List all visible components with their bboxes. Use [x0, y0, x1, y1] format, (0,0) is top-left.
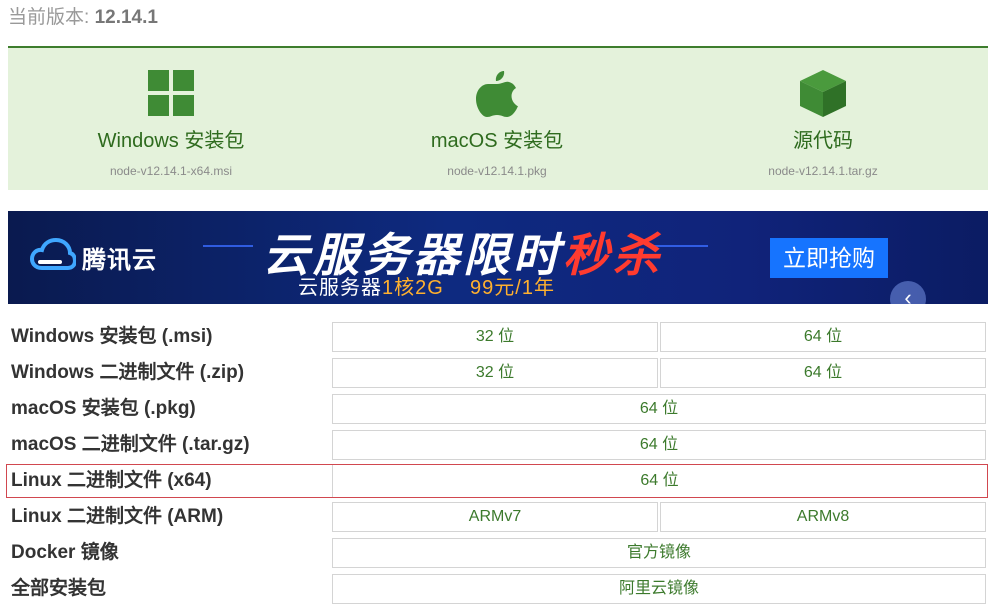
- tencent-cloud-ad-banner[interactable]: 腾讯云 云服务器限时秒杀 云服务器1核2G 99元/1年 立即抢购 ‹: [8, 211, 988, 304]
- buy-now-button[interactable]: 立即抢购: [770, 238, 888, 278]
- download-link[interactable]: 64 位: [332, 394, 986, 424]
- download-link[interactable]: 64 位: [332, 430, 986, 460]
- windows-installer-card[interactable]: Windows 安装包 node-v12.14.1-x64.msi: [8, 48, 334, 190]
- download-link[interactable]: 官方镜像: [332, 538, 986, 568]
- download-link[interactable]: 64 位: [660, 322, 986, 352]
- macos-installer-card[interactable]: macOS 安装包 node-v12.14.1.pkg: [334, 48, 660, 190]
- version-number: 12.14.1: [94, 7, 158, 28]
- table-row: macOS 二进制文件 (.tar.gz) 64 位: [6, 428, 988, 462]
- row-label: Windows 二进制文件 (.zip): [11, 362, 245, 383]
- headline-hot: 秒杀: [563, 229, 663, 281]
- apple-icon: [474, 68, 520, 123]
- download-link[interactable]: 阿里云镜像: [332, 574, 986, 604]
- row-label: macOS 安装包 (.pkg): [11, 398, 196, 419]
- sub-spec: 1核2G: [382, 277, 444, 299]
- cloud-icon: [29, 237, 78, 277]
- sub-prefix: 云服务器: [298, 277, 382, 299]
- sub-price: 99元/1年: [470, 277, 555, 299]
- download-link[interactable]: ARMv7: [332, 502, 658, 532]
- download-filename: node-v12.14.1.pkg: [447, 164, 547, 178]
- download-title: macOS 安装包: [430, 130, 564, 152]
- windows-icon: [146, 68, 196, 123]
- row-label: macOS 二进制文件 (.tar.gz): [11, 434, 250, 455]
- tencent-cloud-logo: 腾讯云: [29, 237, 157, 277]
- current-version: 当前版本: 12.14.1: [8, 2, 158, 29]
- row-label: 全部安装包: [11, 578, 107, 599]
- table-row: Docker 镜像 官方镜像: [6, 536, 988, 570]
- download-filename: node-v12.14.1-x64.msi: [109, 164, 233, 178]
- row-label: Docker 镜像: [11, 542, 119, 563]
- table-row: macOS 安装包 (.pkg) 64 位: [6, 392, 988, 426]
- brand-name: 腾讯云: [82, 247, 157, 274]
- row-label: Windows 安装包 (.msi): [11, 326, 213, 347]
- source-code-card[interactable]: 源代码 node-v12.14.1.tar.gz: [660, 48, 986, 190]
- cube-icon: [798, 68, 848, 123]
- banner-decor-line: [203, 245, 253, 247]
- table-row-highlighted: Linux 二进制文件 (x64) 64 位: [6, 464, 988, 498]
- download-link[interactable]: 32 位: [332, 358, 658, 388]
- banner-subline: 云服务器1核2G 99元/1年: [298, 271, 555, 300]
- download-title: Windows 安装包: [97, 130, 245, 152]
- table-row: Linux 二进制文件 (ARM) ARMv7 ARMv8: [6, 500, 988, 534]
- download-filename: node-v12.14.1.tar.gz: [768, 164, 878, 178]
- download-link[interactable]: 32 位: [332, 322, 658, 352]
- download-title: 源代码: [793, 130, 853, 152]
- table-row: 全部安装包 阿里云镜像: [6, 572, 988, 606]
- download-link[interactable]: 64 位: [332, 465, 986, 497]
- table-row: Windows 安装包 (.msi) 32 位 64 位: [6, 320, 988, 354]
- row-label: Linux 二进制文件 (ARM): [11, 506, 224, 527]
- row-label: Linux 二进制文件 (x64): [11, 470, 212, 491]
- version-label: 当前版本:: [8, 7, 90, 28]
- download-link[interactable]: ARMv8: [660, 502, 986, 532]
- chevron-left-icon[interactable]: ‹: [890, 281, 926, 304]
- download-link[interactable]: 64 位: [660, 358, 986, 388]
- table-row: Windows 二进制文件 (.zip) 32 位 64 位: [6, 356, 988, 390]
- download-options: Windows 安装包 node-v12.14.1-x64.msi macOS …: [8, 46, 988, 190]
